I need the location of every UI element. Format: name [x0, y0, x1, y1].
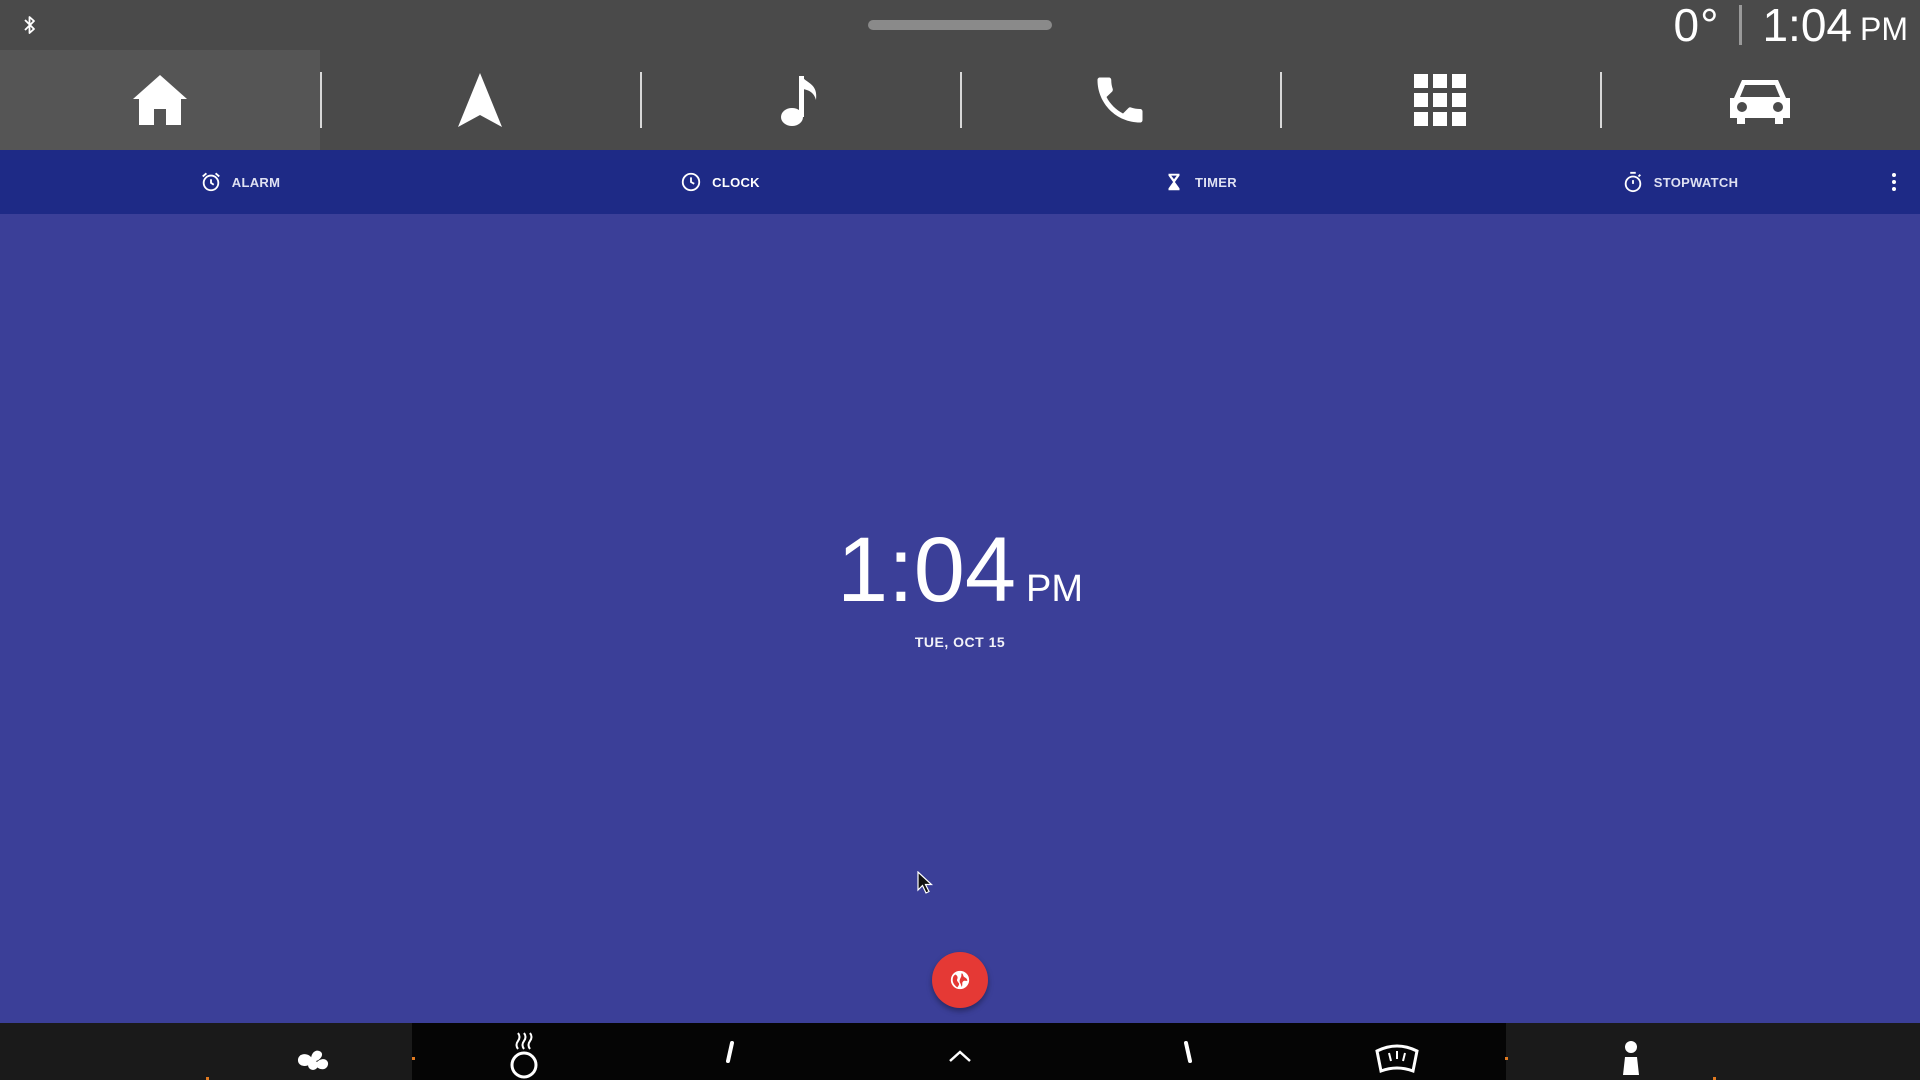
- navigation-button[interactable]: [320, 50, 640, 150]
- more-options-icon[interactable]: [1886, 166, 1902, 198]
- tab-alarm-label: ALARM: [231, 174, 281, 190]
- home-button[interactable]: [0, 50, 320, 150]
- airflow-person-button[interactable]: [1607, 1031, 1655, 1080]
- tab-stopwatch[interactable]: STOPWATCH: [1440, 150, 1920, 214]
- navigation-arrow-icon: [458, 73, 502, 127]
- tab-stopwatch-label: STOPWATCH: [1653, 174, 1739, 190]
- clock-display: 1:04 PM TUE, OCT 15: [0, 520, 1920, 650]
- tab-alarm[interactable]: ALARM: [0, 150, 480, 214]
- car-button[interactable]: [1600, 50, 1920, 150]
- tab-clock-label: CLOCK: [712, 174, 760, 190]
- accent-dot: [1505, 1057, 1508, 1060]
- world-clock-button[interactable]: [932, 952, 988, 1008]
- status-divider: [1739, 5, 1743, 45]
- status-right: 0° 1:04 PM: [1673, 0, 1908, 51]
- tab-timer[interactable]: TIMER: [960, 150, 1440, 214]
- clock-ampm: PM: [1026, 568, 1084, 610]
- drag-handle[interactable]: [868, 20, 1052, 30]
- home-icon: [133, 75, 187, 125]
- app-launcher-bar: [0, 50, 1920, 150]
- phone-button[interactable]: [960, 50, 1280, 150]
- clock-date: TUE, OCT 15: [914, 634, 1006, 650]
- right-seat-button[interactable]: [1168, 1031, 1216, 1080]
- hourglass-icon: [1168, 173, 1180, 191]
- status-time: 1:04: [1762, 0, 1852, 51]
- tab-timer-label: TIMER: [1195, 174, 1237, 190]
- music-button[interactable]: [640, 50, 960, 150]
- phone-icon: [1097, 77, 1143, 123]
- clock-time: 1:04: [836, 519, 1017, 621]
- alarm-icon: [201, 172, 220, 192]
- chevron-up-icon: [949, 1050, 971, 1062]
- seat-heat-icon: [510, 1032, 538, 1079]
- clock-icon: [681, 172, 701, 192]
- left-seat-button[interactable]: [702, 1031, 750, 1080]
- seat-icon: [726, 1041, 734, 1063]
- apps-button[interactable]: [1280, 50, 1600, 150]
- bluetooth-icon: [24, 16, 35, 34]
- temperature-readout: 0°: [1673, 0, 1720, 51]
- status-ampm: PM: [1860, 10, 1908, 47]
- car-icon: [1730, 80, 1790, 124]
- seat-icon: [1184, 1041, 1192, 1063]
- tab-clock[interactable]: CLOCK: [480, 150, 960, 214]
- stopwatch-icon: [1624, 171, 1641, 193]
- person-icon: [1623, 1041, 1639, 1075]
- climate-expand-button[interactable]: [936, 1031, 984, 1080]
- music-note-icon: [781, 76, 817, 126]
- mouse-cursor-icon: [917, 871, 934, 894]
- apps-grid-icon: [1414, 74, 1466, 126]
- defrost-icon: [1375, 1044, 1419, 1074]
- clock-tabs: ALARM CLOCK TIMER STOPWATCH: [0, 150, 1920, 214]
- defrost-button[interactable]: [1373, 1031, 1421, 1080]
- globe-icon: [950, 970, 970, 990]
- top-bar: 0° 1:04 PM: [0, 0, 1920, 150]
- climate-bar: [0, 1023, 1920, 1080]
- heated-seat-button[interactable]: [500, 1031, 548, 1080]
- status-bar: 0° 1:04 PM: [0, 0, 1920, 51]
- fan-button[interactable]: [289, 1031, 337, 1080]
- accent-dot: [412, 1057, 415, 1060]
- fan-icon: [297, 1050, 329, 1070]
